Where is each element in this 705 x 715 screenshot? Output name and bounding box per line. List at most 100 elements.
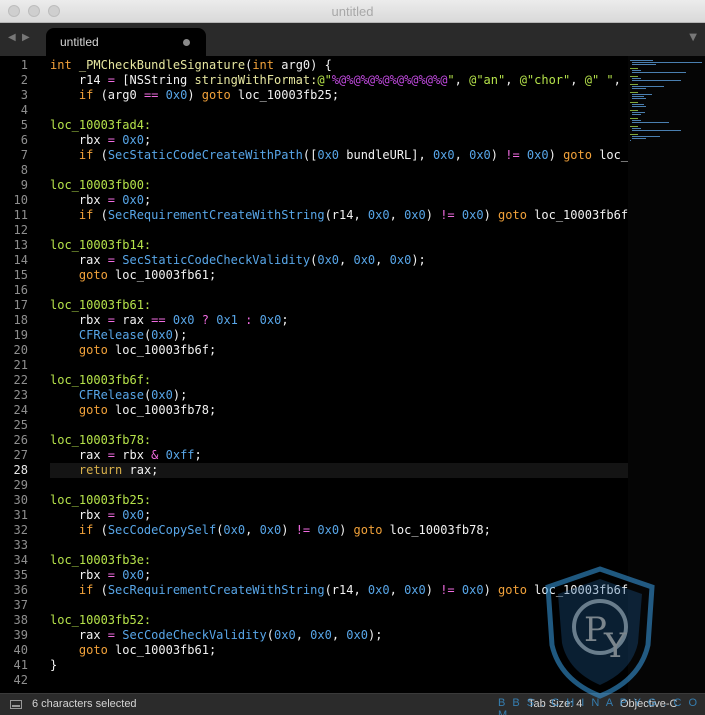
tab-untitled[interactable]: untitled	[46, 28, 206, 56]
line-number: 23	[13, 388, 28, 402]
code-line[interactable]: loc_10003fad4:	[50, 118, 151, 133]
minimap-line	[632, 64, 657, 65]
code-line[interactable]: rbx = 0x0;	[50, 508, 151, 523]
code-line[interactable]: loc_10003fb3e:	[50, 553, 151, 568]
code-line[interactable]: }	[50, 658, 57, 673]
minimap-line	[630, 92, 639, 93]
minimap-line	[632, 80, 681, 81]
code-line[interactable]: rbx = 0x0;	[50, 568, 151, 583]
code-line[interactable]: loc_10003fb52:	[50, 613, 151, 628]
minimap-line	[632, 72, 687, 73]
line-number: 16	[13, 283, 28, 297]
minimap-line	[630, 140, 631, 141]
minimap-line	[632, 112, 645, 113]
code-line[interactable]: r14 = [NSString stringWithFormat:@"%@%@%…	[50, 73, 628, 88]
tab-menu-icon[interactable]: ▼	[689, 32, 697, 43]
code-line[interactable]: if (arg0 == 0x0) goto loc_10003fb25;	[50, 88, 339, 103]
minimap-line	[630, 126, 639, 127]
code-line[interactable]: CFRelease(0x0);	[50, 328, 187, 343]
line-number: 42	[13, 673, 28, 687]
code-line[interactable]: loc_10003fb25:	[50, 493, 151, 508]
code-line[interactable]: if (SecStaticCodeCreateWithPath([0x0 bun…	[50, 148, 628, 163]
line-number: 30	[13, 493, 28, 507]
minimap-line	[630, 134, 639, 135]
minimap-line	[632, 138, 647, 139]
line-number: 5	[20, 118, 28, 132]
line-number: 38	[13, 613, 28, 627]
code-line[interactable]: return rax;	[50, 463, 628, 478]
code-line[interactable]: loc_10003fb14:	[50, 238, 151, 253]
minimap-line	[632, 120, 641, 121]
minimap-line	[630, 84, 639, 85]
line-number: 8	[20, 163, 28, 177]
minimap-line	[632, 122, 669, 123]
code-line[interactable]: rax = rbx & 0xff;	[50, 448, 202, 463]
code-line[interactable]: rax = SecCodeCheckValidity(0x0, 0x0, 0x0…	[50, 628, 383, 643]
line-number: 32	[13, 523, 28, 537]
minimap-line	[632, 86, 664, 87]
line-number: 24	[13, 403, 28, 417]
svg-text:Y: Y	[603, 626, 627, 666]
line-number: 4	[20, 103, 28, 117]
code-line[interactable]: rbx = rax == 0x0 ? 0x1 : 0x0;	[50, 313, 289, 328]
panel-toggle-icon[interactable]	[10, 700, 22, 709]
minimap-line	[632, 136, 660, 137]
minimap-line	[632, 128, 641, 129]
minimap-line	[632, 94, 653, 95]
line-number: 31	[13, 508, 28, 522]
line-number: 40	[13, 643, 28, 657]
line-number: 29	[13, 478, 28, 492]
minimap-line	[632, 130, 681, 131]
line-number: 25	[13, 418, 28, 432]
code-line[interactable]: loc_10003fb78:	[50, 433, 151, 448]
minimap-line	[630, 76, 639, 77]
selection-status: 6 characters selected	[32, 698, 137, 710]
line-number: 3	[20, 88, 28, 102]
minimap-line	[630, 110, 639, 111]
nav-back-icon[interactable]: ◀	[8, 32, 16, 43]
code-line[interactable]: rbx = 0x0;	[50, 133, 151, 148]
minimap-line	[632, 106, 647, 107]
code-line[interactable]: int _PMCheckBundleSignature(int arg0) {	[50, 58, 332, 73]
line-number: 28	[13, 463, 28, 477]
tab-label: untitled	[60, 35, 99, 49]
line-number: 7	[20, 148, 28, 162]
line-number: 22	[13, 373, 28, 387]
code-line[interactable]: goto loc_10003fb78;	[50, 403, 216, 418]
minimap-line	[632, 62, 703, 63]
window-title: untitled	[331, 4, 374, 19]
line-number: 34	[13, 553, 28, 567]
line-number: 15	[13, 268, 28, 282]
line-number: 27	[13, 448, 28, 462]
code-line[interactable]: loc_10003fb61:	[50, 298, 151, 313]
code-line[interactable]: goto loc_10003fb61;	[50, 268, 216, 283]
unsaved-dot-icon[interactable]	[183, 39, 190, 46]
code-line[interactable]: if (SecRequirementCreateWithString(r14, …	[50, 208, 628, 223]
line-number-gutter: 1 2 3 4 5 6 7 8 9 10 11 12 13 14 15 16 17 18 19 20 21 22 23 24 2…	[0, 56, 40, 693]
minimap-line	[632, 98, 647, 99]
line-number: 19	[13, 328, 28, 342]
line-number: 17	[13, 298, 28, 312]
code-line[interactable]: loc_10003fb6f:	[50, 373, 151, 388]
line-number: 2	[20, 73, 28, 87]
minimap-line	[630, 68, 639, 69]
code-line[interactable]: loc_10003fb00:	[50, 178, 151, 193]
editor-window: untitled ◀ ▶ untitled ▼ 1 2 3 4 5 6 7 8 9 10 11 12 1…	[0, 0, 705, 715]
code-line[interactable]: CFRelease(0x0);	[50, 388, 187, 403]
code-line[interactable]: if (SecCodeCopySelf(0x0, 0x0) != 0x0) go…	[50, 523, 491, 538]
line-number: 26	[13, 433, 28, 447]
code-line[interactable]: rbx = 0x0;	[50, 193, 151, 208]
watermark-text: B B S . C H I N A P Y G . C O M	[498, 697, 700, 715]
code-line[interactable]: goto loc_10003fb61;	[50, 643, 216, 658]
tab-bar: ◀ ▶ untitled ▼	[0, 23, 705, 56]
line-number: 18	[13, 313, 28, 327]
line-number: 12	[13, 223, 28, 237]
watermark-shield-logo: P Y	[545, 566, 655, 699]
code-line[interactable]: goto loc_10003fb6f;	[50, 343, 216, 358]
code-line[interactable]: rax = SecStaticCodeCheckValidity(0x0, 0x…	[50, 253, 426, 268]
nav-forward-icon[interactable]: ▶	[22, 32, 30, 43]
line-number: 9	[20, 178, 28, 192]
minimap-line	[632, 70, 641, 71]
minimap-line	[630, 118, 639, 119]
minimap-line	[630, 60, 654, 61]
